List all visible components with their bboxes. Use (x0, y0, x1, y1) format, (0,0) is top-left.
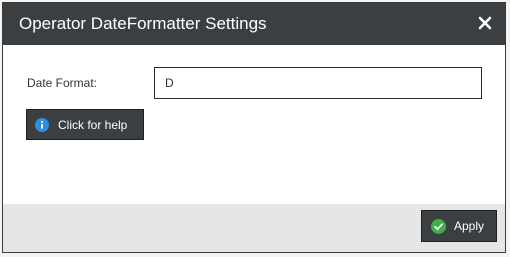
dialog-titlebar: Operator DateFormatter Settings (3, 3, 505, 45)
dialog-title: Operator DateFormatter Settings (19, 14, 267, 33)
date-format-label: Date Format: (27, 76, 98, 90)
dialog-footer: Apply (3, 204, 505, 252)
apply-button[interactable]: Apply (421, 210, 497, 242)
settings-dialog: Operator DateFormatter Settings Date For… (2, 2, 506, 253)
help-button[interactable]: Click for help (26, 109, 144, 140)
check-circle-icon (431, 218, 446, 234)
help-button-label: Click for help (58, 117, 128, 132)
date-format-input[interactable] (154, 67, 482, 99)
apply-button-label: Apply (454, 219, 485, 233)
dialog-body: Date Format: Click for help (3, 45, 505, 206)
info-icon (35, 117, 49, 132)
close-icon[interactable] (477, 15, 493, 31)
